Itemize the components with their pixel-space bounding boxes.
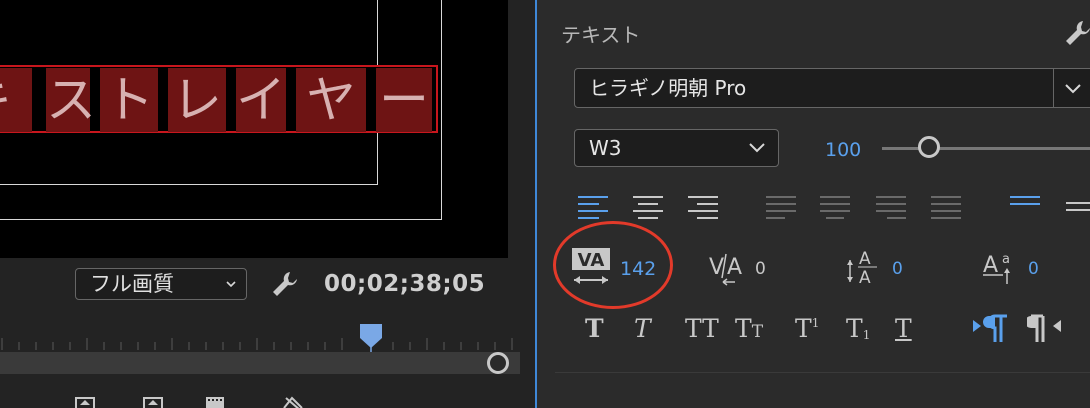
font-size-slider-handle[interactable]	[918, 136, 940, 158]
playback-resolution-label: フル画質	[90, 272, 174, 296]
svg-text:a: a	[1002, 252, 1010, 267]
align-top-icon[interactable]	[1009, 193, 1041, 221]
kerning-value[interactable]: 0	[755, 259, 766, 279]
font-size-slider[interactable]	[882, 147, 1090, 150]
film-strip-icon[interactable]	[204, 396, 226, 408]
playhead-timecode[interactable]: 00;02;38;05	[324, 271, 485, 297]
title-glyph: ス	[46, 68, 96, 132]
faux-bold-icon[interactable]: T	[585, 312, 604, 346]
justify-last-left-icon[interactable]	[765, 193, 797, 221]
right-to-left-text-icon[interactable]	[1027, 312, 1067, 344]
lift-icon[interactable]	[282, 396, 304, 408]
justify-all-icon[interactable]	[930, 193, 962, 221]
superscript-icon[interactable]: T1	[795, 312, 819, 346]
leading-value[interactable]: 0	[892, 259, 903, 279]
baseline-shift-icon[interactable]: A a	[983, 250, 1021, 286]
wrench-icon[interactable]	[270, 269, 300, 299]
font-style-label: W3	[589, 136, 622, 160]
kerning-icon[interactable]: V A	[709, 252, 749, 286]
align-left-icon[interactable]	[577, 193, 609, 221]
wrench-icon[interactable]	[1063, 18, 1090, 48]
highlight-annotation-ring	[553, 221, 673, 309]
zoom-scroll-bar[interactable]	[0, 352, 520, 374]
underline-icon[interactable]: T	[895, 312, 912, 346]
title-glyph: ト	[100, 68, 158, 132]
chevron-down-icon	[749, 143, 765, 153]
title-glyph: ー	[376, 68, 432, 132]
program-monitor: キ ス ト レ イ ヤ ー フル画質 00;02;38;05	[0, 0, 535, 408]
justify-last-right-icon[interactable]	[875, 193, 907, 221]
monitor-controls: フル画質 00;02;38;05	[0, 258, 535, 408]
svg-text:A: A	[727, 255, 742, 280]
mark-out-icon[interactable]	[142, 396, 164, 408]
section-divider	[555, 372, 1090, 373]
subscript-icon[interactable]: T1	[846, 312, 870, 346]
chevron-down-icon	[1065, 84, 1081, 94]
leading-icon[interactable]: A A	[845, 246, 885, 286]
video-preview[interactable]: キ ス ト レ イ ヤ ー	[0, 0, 508, 258]
justify-last-center-icon[interactable]	[819, 193, 851, 221]
chevron-down-icon	[226, 281, 236, 288]
mark-in-icon[interactable]	[74, 396, 96, 408]
align-middle-icon[interactable]	[1065, 193, 1090, 221]
font-family-dropdown-button[interactable]	[1053, 68, 1090, 108]
svg-text:A: A	[859, 268, 871, 286]
text-layer-bounding-box[interactable]: キ ス ト レ イ ヤ ー	[0, 65, 438, 133]
playback-resolution-select[interactable]: フル画質	[75, 268, 247, 300]
zoom-scroll-handle[interactable]	[487, 352, 509, 374]
title-glyph: イ	[236, 68, 286, 132]
all-caps-icon[interactable]: TT	[685, 312, 719, 346]
font-style-select[interactable]: W3	[574, 129, 779, 167]
time-ruler[interactable]	[0, 328, 535, 352]
font-size-value[interactable]: 100	[825, 139, 861, 161]
align-center-icon[interactable]	[632, 193, 664, 221]
baseline-shift-value[interactable]: 0	[1028, 259, 1039, 279]
essential-graphics-text-panel: テキスト ヒラギノ明朝 Pro W3 100 VA 142 V A 0 A A …	[537, 0, 1090, 408]
section-title: テキスト	[561, 23, 641, 47]
align-right-icon[interactable]	[687, 193, 719, 221]
title-glyph: レ	[168, 68, 226, 132]
left-to-right-text-icon[interactable]	[971, 312, 1011, 344]
font-family-select[interactable]: ヒラギノ明朝 Pro	[574, 68, 1054, 108]
small-caps-icon[interactable]: TT	[735, 312, 763, 346]
faux-italic-icon[interactable]: T	[634, 312, 651, 346]
title-glyph: キ	[0, 68, 32, 132]
title-glyph: ヤ	[296, 68, 366, 132]
playhead-marker[interactable]	[359, 322, 383, 352]
svg-text:A: A	[859, 249, 871, 269]
